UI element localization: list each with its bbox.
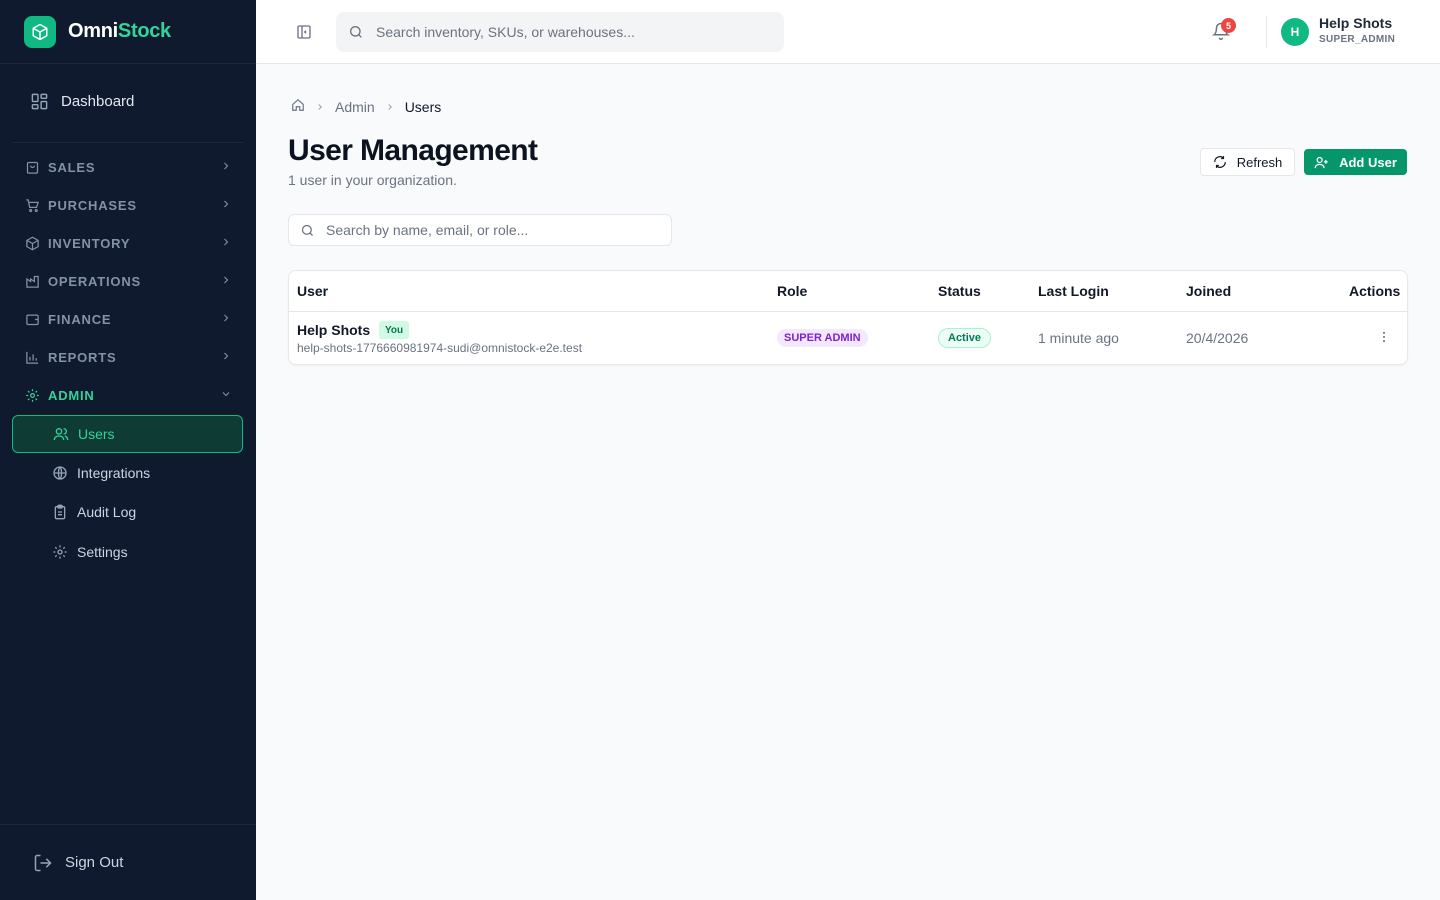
sidebar-item-label: Settings	[77, 544, 128, 560]
joined-cell: 20/4/2026	[1186, 330, 1249, 346]
sidebar-group-label: OPERATIONS	[48, 273, 141, 289]
sidebar-group-label: SALES	[48, 159, 96, 175]
dashboard-icon	[31, 93, 48, 109]
sidebar-toggle-button[interactable]	[296, 24, 312, 45]
role-badge: SUPER ADMIN	[777, 329, 868, 347]
column-header-joined: Joined	[1186, 283, 1232, 299]
user-name-cell: Help Shots	[297, 322, 371, 338]
global-search-input[interactable]	[376, 24, 756, 40]
search-icon	[301, 224, 313, 236]
table-header: User Role Status Last Login Joined Actio…	[289, 271, 1407, 312]
panel-left-icon	[297, 25, 311, 39]
page-title: User Management	[288, 134, 538, 167]
users-icon	[53, 428, 69, 441]
sidebar-group-label: FINANCE	[48, 311, 112, 327]
chevron-right-icon	[220, 274, 232, 289]
sidebar-group-admin[interactable]: ADMIN	[12, 378, 244, 412]
user-email-cell: help-shots-1776660981974-sudi@omnistock-…	[297, 341, 583, 355]
sidebar-item-settings[interactable]: Settings	[12, 533, 243, 571]
sidebar-item-label: Integrations	[77, 465, 151, 481]
sidebar-divider	[12, 142, 244, 143]
sidebar-item-label: Dashboard	[61, 92, 135, 110]
sidebar: OmniStock Dashboard SALES PURCHASES INVE…	[0, 0, 256, 900]
brand-name-part2: Stock	[117, 20, 171, 42]
box-logo-icon	[24, 15, 56, 48]
shopping-bag-icon	[24, 159, 40, 175]
wallet-icon	[24, 311, 40, 327]
breadcrumb-separator-icon	[385, 99, 395, 115]
chevron-right-icon	[220, 312, 232, 327]
breadcrumb: Admin Users	[291, 98, 441, 115]
users-table: User Role Status Last Login Joined Actio…	[288, 270, 1408, 365]
sidebar-group-label: REPORTS	[48, 349, 117, 365]
brand[interactable]: OmniStock	[0, 0, 256, 64]
add-user-button[interactable]: Add User	[1304, 149, 1407, 175]
sidebar-item-audit-log[interactable]: Audit Log	[12, 493, 243, 531]
refresh-button[interactable]: Refresh	[1200, 148, 1295, 176]
user-role: SUPER_ADMIN	[1319, 34, 1396, 45]
avatar[interactable]: H	[1281, 18, 1309, 46]
brand-name-part1: Omni	[68, 20, 118, 42]
page-subtitle: 1 user in your organization.	[288, 172, 457, 188]
sign-out-label: Sign Out	[65, 854, 124, 871]
bar-chart-icon	[24, 349, 40, 365]
search-icon	[350, 26, 362, 38]
row-actions-button[interactable]	[1377, 330, 1391, 349]
factory-icon	[24, 273, 40, 289]
user-search-box[interactable]	[288, 214, 672, 246]
status-badge: Active	[938, 328, 992, 348]
top-header: 5 H Help Shots SUPER_ADMIN	[256, 0, 1440, 64]
sidebar-group-sales[interactable]: SALES	[12, 150, 244, 184]
chevron-right-icon	[220, 198, 232, 213]
chevron-down-icon	[220, 388, 232, 403]
user-name[interactable]: Help Shots	[1319, 15, 1392, 31]
gear-icon	[53, 545, 67, 559]
user-search-input[interactable]	[326, 222, 656, 238]
sidebar-group-label: ADMIN	[48, 387, 95, 403]
refresh-button-label: Refresh	[1236, 154, 1283, 170]
column-header-role: Role	[777, 283, 808, 299]
breadcrumb-admin-link[interactable]: Admin	[335, 99, 375, 115]
brand-name: OmniStock	[68, 20, 171, 43]
column-header-actions: Actions	[1349, 283, 1401, 299]
sidebar-group-label: PURCHASES	[48, 197, 137, 213]
breadcrumb-separator-icon	[315, 99, 325, 115]
refresh-icon	[1213, 156, 1226, 168]
more-vertical-icon	[1382, 331, 1386, 343]
sidebar-group-label: INVENTORY	[48, 235, 131, 251]
sidebar-item-label: Users	[78, 426, 115, 442]
sidebar-group-operations[interactable]: OPERATIONS	[12, 264, 244, 298]
globe-icon	[53, 466, 67, 480]
sidebar-group-inventory[interactable]: INVENTORY	[12, 226, 244, 260]
home-icon[interactable]	[291, 98, 305, 115]
chevron-right-icon	[220, 160, 232, 175]
user-plus-icon	[1314, 156, 1328, 168]
gear-icon	[24, 387, 40, 403]
column-header-last-login: Last Login	[1038, 283, 1109, 299]
sidebar-item-users[interactable]: Users	[12, 415, 243, 453]
you-badge: You	[379, 321, 410, 339]
cart-icon	[24, 197, 40, 213]
add-user-button-label: Add User	[1339, 154, 1397, 170]
chevron-right-icon	[220, 350, 232, 365]
chevron-right-icon	[220, 236, 232, 251]
clipboard-icon	[54, 504, 66, 520]
breadcrumb-current: Users	[404, 98, 442, 115]
sidebar-group-finance[interactable]: FINANCE	[12, 302, 244, 336]
global-search-box[interactable]	[336, 12, 784, 52]
sign-out-icon	[34, 854, 52, 871]
sign-out-button[interactable]: Sign Out	[0, 824, 256, 900]
sidebar-item-label: Audit Log	[77, 504, 137, 520]
sidebar-group-purchases[interactable]: PURCHASES	[12, 188, 244, 222]
header-divider	[1266, 16, 1267, 48]
column-header-user: User	[297, 283, 329, 299]
sidebar-item-dashboard[interactable]: Dashboard	[12, 80, 244, 122]
last-login-cell: 1 minute ago	[1038, 330, 1119, 346]
sidebar-item-integrations[interactable]: Integrations	[12, 454, 243, 492]
sidebar-group-reports[interactable]: REPORTS	[12, 340, 244, 374]
column-header-status: Status	[938, 283, 981, 299]
notification-count-badge: 5	[1221, 18, 1236, 33]
box-icon	[24, 235, 40, 251]
